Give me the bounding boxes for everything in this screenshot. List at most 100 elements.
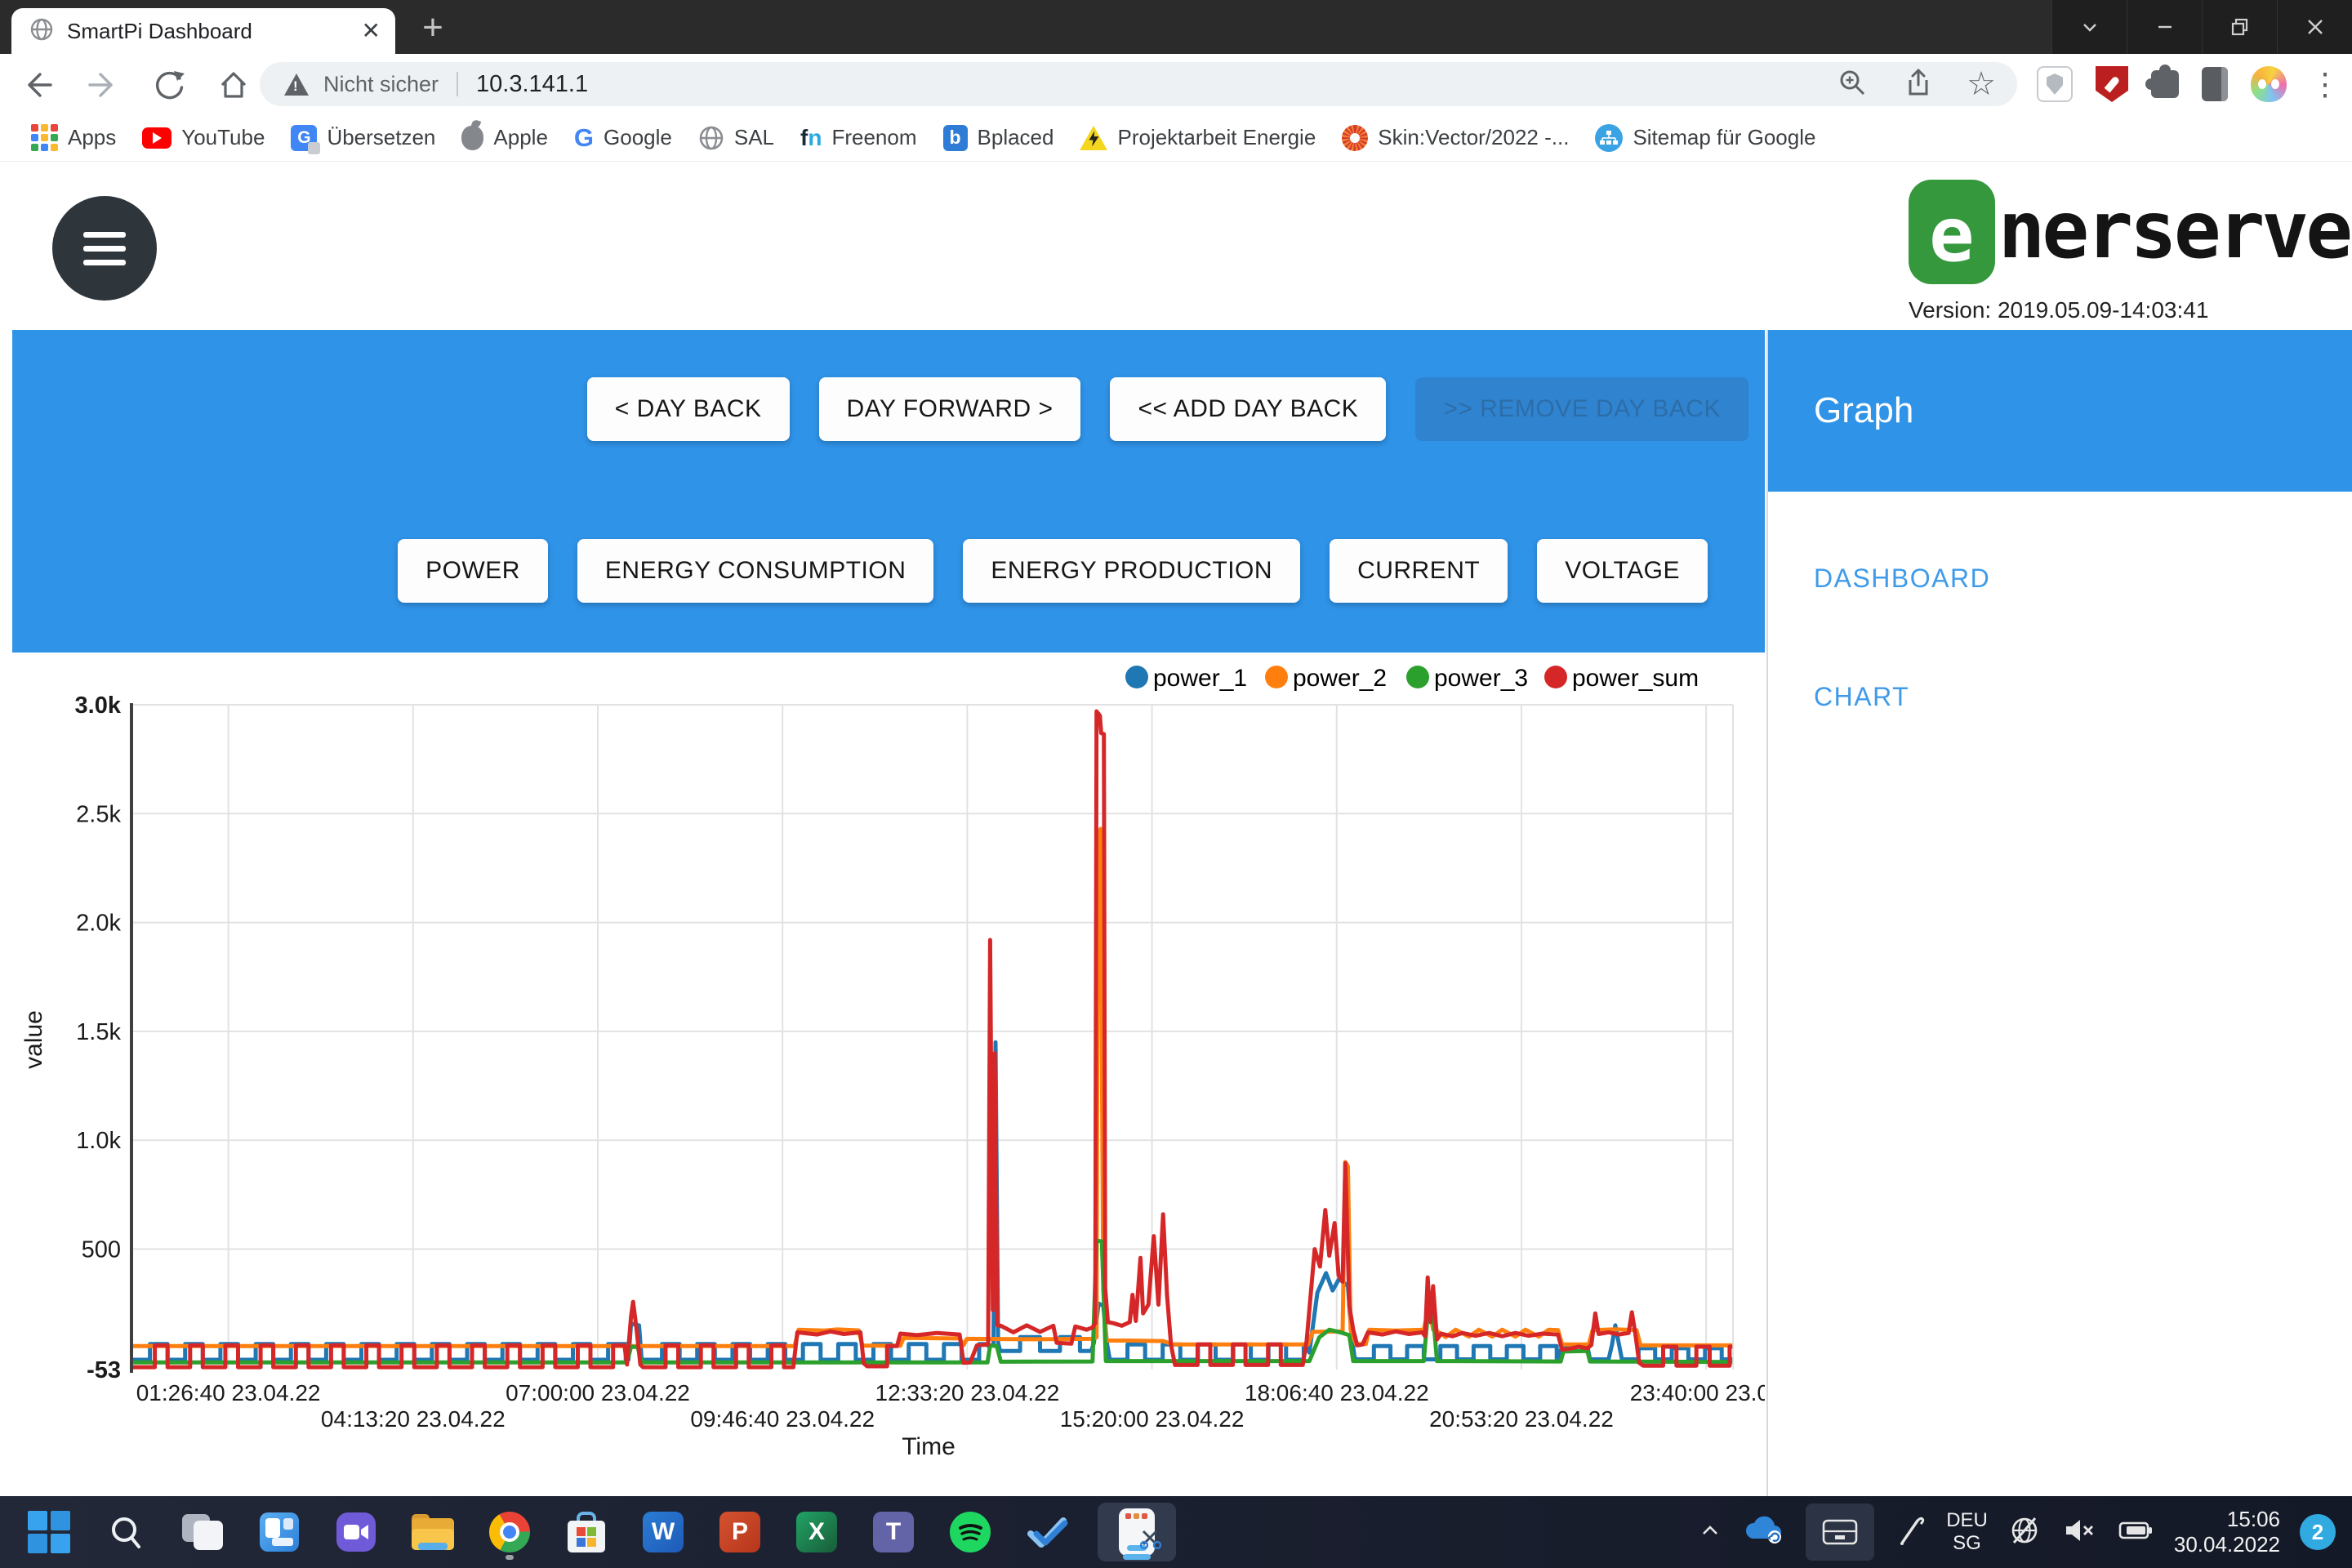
bookmark-label: Übersetzen — [327, 125, 435, 150]
line-chart: 3.0k2.5k2.0k1.5k1.0k500-5301:26:40 23.04… — [12, 653, 1765, 1477]
bookmark-sal[interactable]: SAL — [685, 120, 787, 156]
bookmark-apps[interactable]: Apps — [18, 119, 129, 156]
legend-item-power_1[interactable]: power_1 — [1125, 665, 1247, 692]
taskbar-to-do-icon[interactable] — [1021, 1503, 1073, 1561]
zoom-icon[interactable] — [1836, 66, 1869, 103]
taskbar-clock[interactable]: 15:0630.04.2022 — [2174, 1507, 2280, 1557]
bookmark-bplaced[interactable]: b Bplaced — [930, 120, 1067, 156]
taskbar-chrome-icon[interactable] — [483, 1503, 536, 1561]
touch-keyboard-icon[interactable] — [1806, 1503, 1874, 1561]
svg-text:power_2: power_2 — [1293, 665, 1387, 692]
power-button[interactable]: POWER — [398, 539, 548, 603]
taskbar-task-view-icon[interactable] — [176, 1503, 229, 1561]
volume-muted-icon[interactable] — [2061, 1513, 2097, 1552]
x-tick-label: 23:40:00 23.04 — [1630, 1380, 1765, 1405]
menu-hamburger-button[interactable] — [52, 196, 157, 301]
series-power_1 — [132, 1042, 1732, 1360]
bookmark-star-icon[interactable]: ☆ — [1967, 65, 1996, 103]
bookmark-projektarbeit-energie[interactable]: Projektarbeit Energie — [1067, 120, 1329, 155]
onedrive-icon[interactable] — [1744, 1514, 1786, 1551]
bookmark-youtube[interactable]: YouTube — [129, 120, 278, 155]
legend-item-power_sum[interactable]: power_sum — [1544, 665, 1699, 692]
current-button[interactable]: CURRENT — [1330, 539, 1508, 603]
browser-toolbar: ! Nicht sicher 10.3.141.1 ☆ ⋮ — [0, 54, 2352, 114]
bookmark-skin-vector-2022[interactable]: Skin:Vector/2022 -... — [1329, 120, 1582, 156]
share-icon[interactable] — [1901, 66, 1934, 103]
day-forward-button[interactable]: DAY FORWARD > — [819, 377, 1081, 441]
tab-close-icon[interactable]: ✕ — [362, 20, 381, 42]
legend-item-power_3[interactable]: power_3 — [1406, 665, 1528, 692]
add-day-back-button[interactable]: << ADD DAY BACK — [1110, 377, 1386, 441]
svg-text:power_3: power_3 — [1434, 665, 1528, 692]
bookmark-label: Apple — [493, 125, 548, 150]
window-close-icon[interactable] — [2277, 0, 2352, 54]
home-icon[interactable] — [216, 67, 252, 103]
mcafee-extension-icon[interactable] — [2096, 66, 2128, 102]
taskbar-word-icon[interactable]: W — [637, 1503, 689, 1561]
bookmark-label: Apps — [68, 125, 116, 150]
poop-emoji-extension-icon[interactable] — [2251, 66, 2287, 102]
energy-consumption-button[interactable]: ENERGY CONSUMPTION — [577, 539, 934, 603]
reader-extension-icon[interactable] — [2202, 67, 2228, 101]
sal-favicon-icon — [698, 125, 724, 151]
address-bar[interactable]: ! Nicht sicher 10.3.141.1 ☆ — [260, 62, 2017, 106]
taskbar-microsoft-store-icon[interactable] — [560, 1503, 612, 1561]
bookmark-label: Sitemap für Google — [1633, 125, 1815, 150]
extension-shield-icon[interactable] — [2037, 66, 2073, 102]
network-globe-offline-icon[interactable] — [2007, 1513, 2042, 1552]
version-text: Version: 2019.05.09-14:03:41 — [1909, 297, 2350, 323]
day-back-button[interactable]: < DAY BACK — [587, 377, 790, 441]
legend-item-power_2[interactable]: power_2 — [1265, 665, 1387, 692]
extensions-puzzle-icon[interactable] — [2151, 70, 2179, 98]
y-tick-label: 1.0k — [76, 1128, 121, 1154]
bookmark-sitemap-f-r-google[interactable]: Sitemap für Google — [1582, 119, 1829, 157]
keyboard-layout-indicator[interactable]: DEUSG — [1946, 1509, 1988, 1555]
taskbar-teams-icon[interactable]: T — [867, 1503, 920, 1561]
bookmark-freenom[interactable]: fn Freenom — [787, 120, 929, 155]
window-minimize-icon[interactable] — [2127, 0, 2202, 54]
svg-text:power_sum: power_sum — [1572, 665, 1699, 692]
window-restore-icon[interactable] — [2202, 0, 2277, 54]
pen-icon[interactable] — [1894, 1514, 1927, 1551]
bookmark-apple[interactable]: Apple — [448, 120, 561, 155]
x-axis-title: Time — [902, 1433, 956, 1460]
notification-badge[interactable]: 2 — [2300, 1514, 2336, 1550]
back-icon[interactable] — [20, 67, 56, 103]
taskbar-file-explorer-icon[interactable] — [407, 1503, 459, 1561]
browser-menu-kebab-icon[interactable]: ⋮ — [2310, 66, 2341, 103]
x-tick-label: 18:06:40 23.04.22 — [1245, 1380, 1429, 1405]
bookmark-bersetzen[interactable]: G Übersetzen — [278, 120, 448, 156]
url-text[interactable]: 10.3.141.1 — [476, 71, 588, 98]
taskbar-excel-icon[interactable]: X — [791, 1503, 843, 1561]
svg-text:power_1: power_1 — [1153, 665, 1247, 692]
taskbar-powerpoint-icon[interactable]: P — [714, 1503, 766, 1561]
freenom-favicon-icon: fn — [800, 127, 822, 149]
voltage-button[interactable]: VOLTAGE — [1537, 539, 1708, 603]
enerserve-wordmark: nerserve — [1998, 180, 2350, 281]
bookmark-google[interactable]: G Google — [561, 120, 685, 155]
forward-icon[interactable] — [85, 67, 121, 103]
browser-tab[interactable]: SmartPi Dashboard ✕ — [11, 8, 395, 54]
browser-titlebar: SmartPi Dashboard ✕ + — [0, 0, 2352, 54]
remove-day-back-button[interactable]: >> REMOVE DAY BACK — [1415, 377, 1748, 441]
taskbar-spotify-icon[interactable] — [944, 1503, 996, 1561]
new-tab-button[interactable]: + — [413, 11, 452, 47]
window-menu-chevron-icon[interactable] — [2051, 0, 2127, 54]
reload-icon[interactable] — [152, 67, 188, 103]
y-axis-title: value — [20, 1010, 47, 1069]
tab-title: SmartPi Dashboard — [67, 19, 362, 44]
taskbar-snipping-tool-icon[interactable] — [1098, 1503, 1176, 1561]
taskbar-start-icon[interactable] — [23, 1503, 75, 1561]
taskbar-search-icon[interactable] — [100, 1503, 152, 1561]
tray-chevron-up-icon[interactable] — [1696, 1517, 1724, 1548]
bookmark-label: Google — [604, 125, 672, 150]
not-secure-warning-icon: ! — [284, 74, 309, 96]
battery-icon — [2117, 1514, 2154, 1551]
energy-production-button[interactable]: ENERGY PRODUCTION — [963, 539, 1300, 603]
sidebar-item-chart[interactable]: CHART — [1814, 682, 2352, 712]
y-tick-label: 500 — [82, 1237, 121, 1263]
taskbar-clipchamp-icon[interactable] — [330, 1503, 382, 1561]
taskbar-widgets-icon[interactable] — [253, 1503, 305, 1561]
security-label[interactable]: Nicht sicher — [323, 72, 439, 97]
sidebar-item-dashboard[interactable]: DASHBOARD — [1814, 564, 2352, 594]
